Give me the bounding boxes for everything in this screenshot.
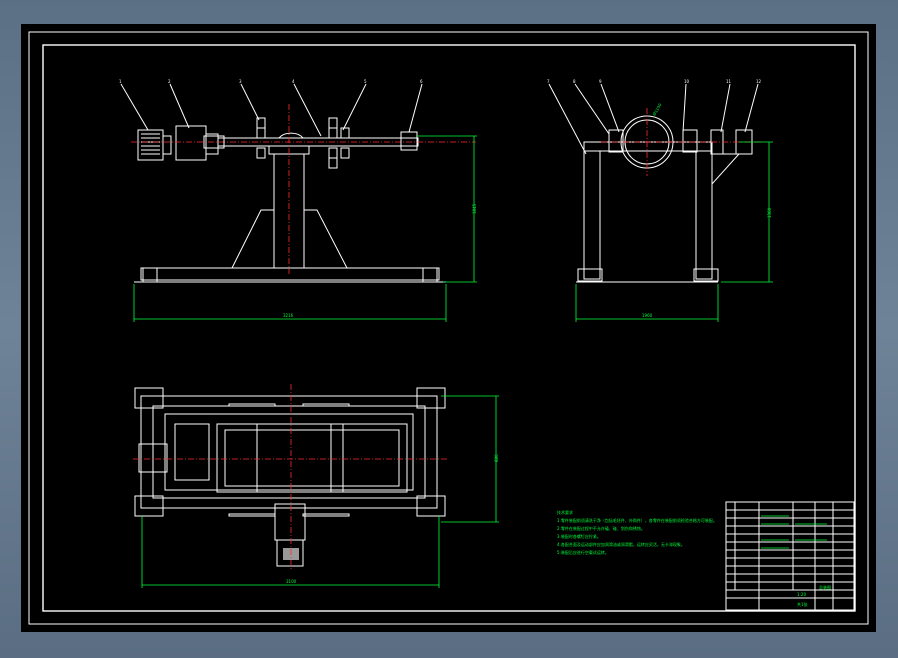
balloon-3: 3 bbox=[239, 79, 242, 84]
side-diameter-dim: Ø1100 bbox=[652, 102, 663, 116]
balloon-5: 5 bbox=[364, 79, 367, 84]
note-line-3: 3.装配时各螺钉应拧紧。 bbox=[557, 533, 601, 539]
side-width-dim: 1960 bbox=[642, 313, 653, 318]
note-line-1: 1.零件装配前须清洗干净（包括毛坯件、外购件），各零件在装配前须检验合格方可装配… bbox=[557, 517, 717, 523]
balloon-4: 4 bbox=[292, 79, 295, 84]
drawing-sheet-count: 共1张 bbox=[797, 601, 808, 607]
top-height-dim: 880 bbox=[494, 454, 499, 462]
balloon-2: 2 bbox=[168, 79, 171, 84]
balloon-10: 10 bbox=[684, 79, 690, 84]
balloon-8: 8 bbox=[573, 79, 576, 84]
top-view: 880 3100 bbox=[133, 384, 499, 588]
drawing-name: 总装图 bbox=[819, 584, 831, 590]
balloon-12: 12 bbox=[756, 79, 762, 84]
balloon-11: 11 bbox=[726, 79, 732, 84]
note-line-4: 4.各配合面及运动部件应加润滑油或润滑脂，运转应灵活，无卡滞现象。 bbox=[557, 541, 685, 547]
notes-title: 技术要求 bbox=[557, 509, 573, 515]
drawing-sheet: 1845 3216 1 2 3 4 5 6 Ø1100 1360 1960 7 … bbox=[21, 24, 876, 632]
front-height-dim: 1845 bbox=[472, 203, 477, 214]
note-line-5: 5.装配后应进行空载试运转。 bbox=[557, 549, 609, 555]
front-view: 1845 3216 1 2 3 4 5 6 bbox=[119, 79, 477, 322]
drawing-scale: 1:20 bbox=[797, 592, 806, 597]
side-height-dim: 1360 bbox=[767, 207, 772, 218]
cad-drawing: 1845 3216 1 2 3 4 5 6 Ø1100 1360 1960 7 … bbox=[28, 31, 869, 625]
balloon-9: 9 bbox=[599, 79, 602, 84]
side-view: Ø1100 1360 1960 7 8 9 10 11 12 bbox=[547, 79, 773, 322]
balloon-6: 6 bbox=[420, 79, 423, 84]
technical-notes: 技术要求 1.零件装配前须清洗干净（包括毛坯件、外购件），各零件在装配前须检验合… bbox=[557, 509, 717, 555]
title-block: 总装图 1:20 共1张 bbox=[725, 501, 855, 611]
top-width-dim: 3100 bbox=[286, 579, 297, 584]
balloon-7: 7 bbox=[547, 79, 550, 84]
outer-border bbox=[28, 31, 869, 625]
note-line-2: 2.零件在装配过程中不允许磕、碰、划伤和锈蚀。 bbox=[557, 525, 645, 531]
front-width-dim: 3216 bbox=[283, 313, 294, 318]
balloon-1: 1 bbox=[119, 79, 122, 84]
